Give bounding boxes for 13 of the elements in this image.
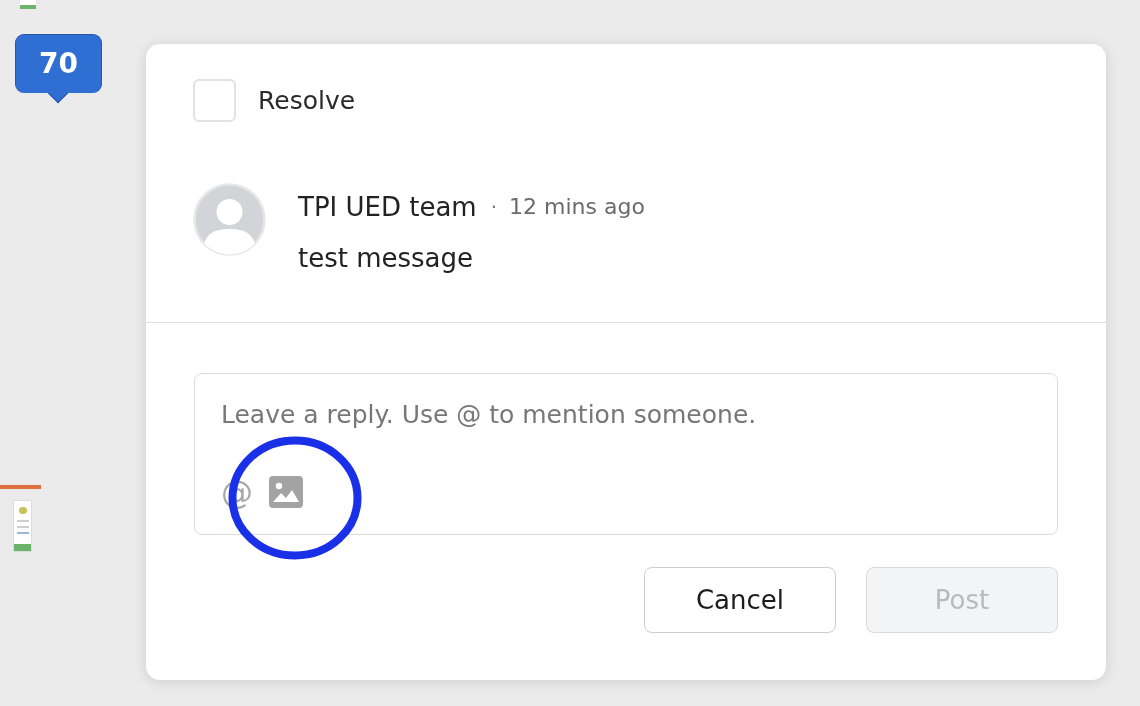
author-name: TPI UED team — [298, 191, 477, 223]
comment-time: 12 mins ago — [509, 193, 645, 221]
page-thumbnail — [20, 0, 36, 9]
image-icon[interactable] — [269, 476, 303, 508]
resolve-label: Resolve — [258, 84, 356, 117]
page-thumbnail — [13, 500, 32, 552]
separator-dot: · — [490, 194, 498, 221]
resolve-checkbox[interactable] — [193, 79, 236, 122]
cancel-button[interactable]: Cancel — [644, 567, 836, 633]
reply-field[interactable]: Leave a reply. Use @ to mention someone. — [221, 398, 1031, 432]
avatar-icon — [193, 183, 266, 256]
comment-message: test message — [298, 243, 474, 273]
section-bar — [0, 485, 41, 489]
